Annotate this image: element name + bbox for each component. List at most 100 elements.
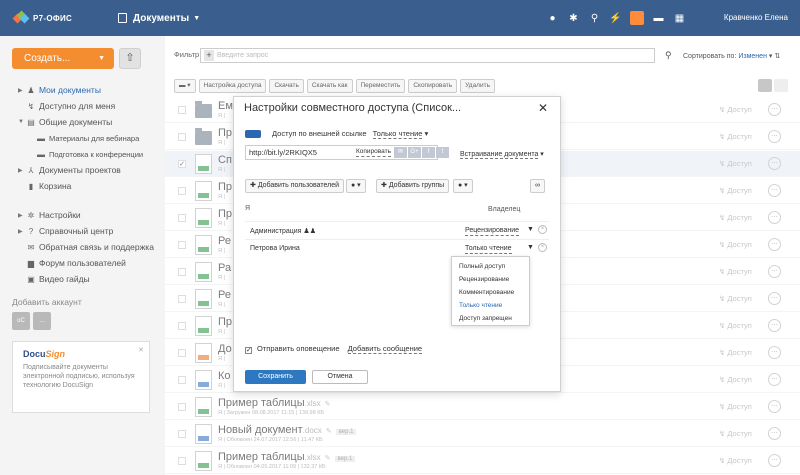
add-groups-button[interactable]: ✚ Добавить группы	[376, 179, 450, 193]
view-toggle	[758, 79, 788, 92]
sidebar-item-shared-with-me[interactable]: ↯ Доступно для меня	[0, 98, 165, 114]
add-message-link[interactable]: Добавить сообщение	[347, 344, 423, 354]
role-option-deny[interactable]: Доступ запрещен	[452, 312, 529, 325]
save-button[interactable]: Сохранить	[245, 370, 306, 384]
share-link-value: http://bit.ly/2RKIQX5	[249, 148, 317, 157]
more-accounts-icon[interactable]: …	[33, 312, 51, 330]
download-as-button[interactable]: Скачать как	[306, 79, 353, 93]
twitter-icon[interactable]: t	[436, 147, 449, 158]
sidebar-item-video-guides[interactable]: ▣ Видео гайды	[0, 271, 165, 287]
embed-document[interactable]: Встраивание документа ▾	[460, 150, 544, 159]
share-link-field[interactable]: http://bit.ly/2RKIQX5 Копировать ✉ G+ f …	[245, 145, 449, 160]
notify-row: ✓ Отправить оповещение Добавить сообщение	[245, 344, 423, 354]
logo[interactable]: Р7-ОФИС	[12, 10, 104, 24]
external-access-select[interactable]: Только чтение	[372, 129, 423, 139]
info-icon[interactable]: ●	[542, 13, 563, 24]
role-option-full-access[interactable]: Полный доступ	[452, 260, 529, 273]
expand-arrow-icon[interactable]: ▶	[18, 228, 26, 235]
sidebar-item-common-documents[interactable]: ▼ ▤ Общие документы	[0, 114, 165, 130]
sidebar-item-feedback[interactable]: ✉ Обратная связь и поддержка	[0, 239, 165, 255]
expand-arrow-icon[interactable]: ▶	[18, 167, 26, 174]
upload-button[interactable]: ⇧	[119, 48, 141, 69]
sidebar-item-project-documents[interactable]: ▶ ⅄ Документы проектов	[0, 162, 165, 178]
sidebar-item-label: Корзина	[39, 181, 72, 191]
create-button[interactable]: Создать... ▼	[12, 48, 114, 69]
eye-icon: ●	[458, 182, 463, 189]
chevron-down-icon: ▼	[527, 226, 534, 233]
settings-icon[interactable]: ✱	[563, 13, 584, 24]
mail-icon[interactable]	[630, 11, 644, 25]
group-access-select[interactable]: ● ▾	[453, 179, 473, 193]
sidebar-item-label: Материалы для вебинара	[49, 133, 140, 143]
owner-row: Я Владелец	[245, 205, 549, 213]
role-option-read-only[interactable]: Только чтение	[452, 299, 529, 312]
module-switcher[interactable]: Документы ▼	[118, 13, 200, 24]
close-icon[interactable]: ✕	[538, 101, 548, 115]
logo-icon	[12, 10, 30, 24]
sidebar-item-webinar-materials[interactable]: ▬ Материалы для вебинара	[0, 130, 165, 146]
advanced-settings-button[interactable]: ∞	[530, 179, 545, 193]
sidebar-item-forum[interactable]: ▆ Форум пользователей	[0, 255, 165, 271]
gear-icon: ✲	[27, 210, 35, 220]
owner-name: Я	[245, 205, 251, 212]
notify-checkbox[interactable]: ✓	[245, 347, 252, 354]
expand-arrow-icon[interactable]: ▶	[18, 87, 26, 94]
forum-icon: ▆	[27, 258, 35, 268]
sidebar-item-label: Общие документы	[39, 117, 113, 127]
calendar-icon[interactable]: ▦	[669, 13, 690, 24]
close-icon[interactable]: ✕	[138, 346, 144, 354]
copy-link-button[interactable]: Копировать	[356, 147, 391, 157]
sidebar-item-trash[interactable]: ▮ Корзина	[0, 178, 165, 194]
sharing-settings-dialog: Настройки совместного доступа (Список...…	[233, 96, 561, 392]
sidebar-item-conference-prep[interactable]: ▬ Подготовка к конференции	[0, 146, 165, 162]
trash-icon: ▮	[28, 181, 34, 191]
copy-button[interactable]: Скопировать	[408, 79, 458, 93]
owncloud-icon[interactable]: oC	[12, 312, 30, 330]
move-button[interactable]: Переместить	[355, 79, 406, 93]
expand-arrow-icon[interactable]: ▶	[18, 212, 26, 219]
select-all-checkbox[interactable]: ▬ ▾	[174, 79, 196, 93]
sidebar-nav: ▶ ♟ Мои документы ↯ Доступно для меня ▼ ▤ Общ…	[0, 82, 165, 287]
search-icon[interactable]: ⚲	[665, 50, 672, 61]
email-icon[interactable]: ✉	[394, 147, 407, 158]
share-icons: ✉ G+ f t	[394, 147, 449, 158]
external-link-toggle[interactable]	[245, 130, 261, 138]
eye-icon: ●	[351, 182, 356, 189]
share-settings-button[interactable]: Настройка доступа	[198, 79, 267, 93]
feed-icon[interactable]: ⚡	[605, 13, 626, 24]
add-filter-icon[interactable]: +	[204, 50, 214, 61]
sidebar-item-my-documents[interactable]: ▶ ♟ Мои документы	[0, 82, 165, 98]
role-option-review[interactable]: Рецензирование	[452, 273, 529, 286]
add-users-button[interactable]: ✚ Добавить пользователей	[245, 179, 345, 193]
search-placeholder: Введите запрос	[217, 52, 269, 59]
delete-button[interactable]: Удалить	[460, 79, 495, 93]
sidebar-item-help-center[interactable]: ▶? Справочный центр	[0, 223, 165, 239]
remove-icon[interactable]: ×	[538, 243, 547, 252]
sidebar-item-label: Настройки	[39, 210, 81, 220]
collapse-arrow-icon[interactable]: ▼	[18, 119, 26, 125]
user-icon: ♟	[27, 85, 35, 95]
chat-icon[interactable]: ▬	[648, 13, 669, 24]
search-icon[interactable]: ⚲	[584, 13, 605, 24]
sidebar-item-label: Подготовка к конференции	[49, 149, 144, 159]
role-select[interactable]: Только чтение	[465, 245, 512, 254]
sort-control[interactable]: Сортировать по: Изменен ▾ ⇅	[683, 52, 780, 60]
action-bar: ▬ ▾ Настройка доступа Скачать Скачать ка…	[174, 79, 495, 93]
user-menu[interactable]: Кравченко Елена	[724, 13, 788, 22]
cancel-button[interactable]: Отмена	[312, 370, 368, 384]
role-option-comment[interactable]: Комментирование	[452, 286, 529, 299]
list-view-icon[interactable]	[758, 79, 772, 92]
user-access-select[interactable]: ● ▾	[346, 179, 366, 193]
remove-icon[interactable]: ×	[538, 225, 547, 234]
sidebar-item-settings[interactable]: ▶ ✲ Настройки	[0, 207, 165, 223]
sidebar: Создать... ▼ ⇧ ▶ ♟ Мои документы ↯ Доступно…	[0, 36, 165, 475]
role-select[interactable]: Рецензирование	[465, 227, 520, 236]
help-icon: ?	[28, 226, 34, 236]
facebook-icon[interactable]: f	[422, 147, 435, 158]
top-icons: ● ✱ ⚲ ⚡ ▬ ▦	[542, 0, 690, 36]
search-input[interactable]: + Введите запрос	[200, 48, 655, 63]
account-icons: oC …	[12, 312, 51, 330]
download-button[interactable]: Скачать	[269, 79, 304, 93]
tile-view-icon[interactable]	[774, 79, 788, 92]
google-plus-icon[interactable]: G+	[408, 147, 421, 158]
